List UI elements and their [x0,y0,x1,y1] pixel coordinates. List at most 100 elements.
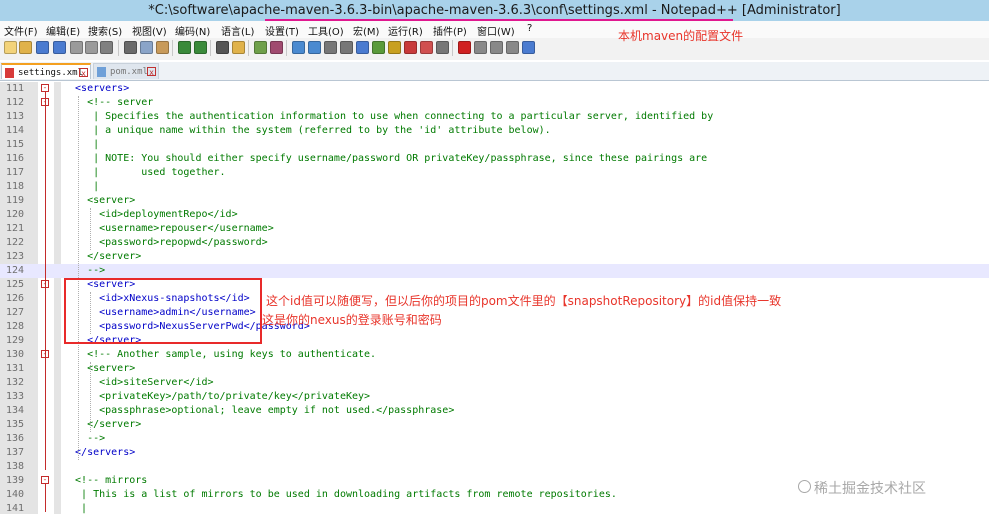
menu-item-6[interactable]: 设置(T) [265,23,299,38]
copy-icon[interactable] [140,41,153,54]
code-line[interactable]: 119 <server> [0,194,989,208]
code-line[interactable]: 121 <username>repouser</username> [0,222,989,236]
saved-file-icon [97,67,106,77]
code-line[interactable]: 133 <privateKey>/path/to/private/key</pr… [0,390,989,404]
code-line[interactable]: 118 | [0,180,989,194]
close-icon[interactable]: x [79,68,88,78]
sync-horizontal-icon[interactable] [308,41,321,54]
code-text: </servers> [63,447,136,458]
toolbar-separator [172,40,173,56]
menu-item-10[interactable]: 插件(P) [433,23,467,38]
code-line[interactable]: 115 | [0,138,989,152]
code-line[interactable]: 123 </server> [0,250,989,264]
code-line[interactable]: 138 [0,460,989,474]
line-number: 131 [6,363,25,374]
undo-icon[interactable] [178,41,191,54]
fold-toggle-icon[interactable]: - [41,476,49,484]
menu-item-4[interactable]: 编码(N) [175,23,210,38]
sync-vertical-icon[interactable] [292,41,305,54]
menu-item-9[interactable]: 运行(R) [388,23,423,38]
menu-item-7[interactable]: 工具(O) [308,23,344,38]
code-text: <!-- Another sample, using keys to authe… [63,349,377,360]
tab-pom-xml[interactable]: pom.xml x [93,63,159,79]
code-text: <server> [63,363,136,374]
line-number: 126 [6,293,25,304]
code-line[interactable]: 130 <!-- Another sample, using keys to a… [0,348,989,362]
unsaved-file-icon [5,68,14,78]
paste-icon[interactable] [156,41,169,54]
annotation-config-file: 本机maven的配置文件 [618,29,744,43]
line-number: 136 [6,433,25,444]
word-wrap-icon[interactable] [324,41,337,54]
record-macro-icon[interactable] [458,41,471,54]
fold-toggle-icon[interactable]: - [41,84,49,92]
close-all-icon[interactable] [85,41,98,54]
show-all-chars-icon[interactable] [340,41,353,54]
indent-guide-icon[interactable] [356,41,369,54]
code-line[interactable]: 124 --> [0,264,989,278]
code-line[interactable]: 134 <passphrase>optional; leave empty if… [0,404,989,418]
close-icon[interactable] [70,41,83,54]
menu-item-1[interactable]: 编辑(E) [46,23,80,38]
code-line[interactable]: 137 </servers> [0,446,989,460]
line-number: 114 [6,125,25,136]
open-file-icon[interactable] [19,41,32,54]
code-line[interactable]: 117 | used together. [0,166,989,180]
code-line[interactable]: 113 | Specifies the authentication infor… [0,110,989,124]
redo-icon[interactable] [194,41,207,54]
stop-record-icon[interactable] [474,41,487,54]
doc-map-icon[interactable] [388,41,401,54]
save-all-icon[interactable] [53,41,66,54]
menu-item-3[interactable]: 视图(V) [132,23,167,38]
code-text: <!-- mirrors [63,475,148,486]
play-multiple-icon[interactable] [506,41,519,54]
code-line[interactable]: 120 <id>deploymentRepo</id> [0,208,989,222]
tab-settings-xml[interactable]: settings.xml x [1,63,91,79]
save-macro-icon[interactable] [522,41,535,54]
menu-item-5[interactable]: 语言(L) [221,23,254,38]
line-number: 135 [6,419,25,430]
code-text: | NOTE: You should either specify userna… [63,153,708,164]
code-line[interactable]: 135 </server> [0,418,989,432]
line-number: 120 [6,209,25,220]
find-icon[interactable] [216,41,229,54]
line-number: 134 [6,405,25,416]
udl-icon[interactable] [372,41,385,54]
code-line[interactable]: 136 --> [0,432,989,446]
monitor-icon[interactable] [436,41,449,54]
code-line[interactable]: 132 <id>siteServer</id> [0,376,989,390]
line-number: 132 [6,377,25,388]
code-line[interactable]: 111 <servers> - [0,82,989,96]
line-number: 111 [6,83,25,94]
folder-workspace-icon[interactable] [420,41,433,54]
menu-item-11[interactable]: 窗口(W) [477,23,515,38]
code-line[interactable]: 112 <!-- server- [0,96,989,110]
code-line[interactable]: 122 <password>repopwd</password> [0,236,989,250]
play-macro-icon[interactable] [490,41,503,54]
close-icon[interactable]: x [147,67,156,77]
code-text: | [63,139,100,150]
code-line[interactable]: 116 | NOTE: You should either specify us… [0,152,989,166]
line-number: 130 [6,349,25,360]
function-list-icon[interactable] [404,41,417,54]
save-icon[interactable] [36,41,49,54]
menu-item-0[interactable]: 文件(F) [4,23,38,38]
zoom-in-icon[interactable] [254,41,267,54]
tab-label: pom.xml [110,67,148,77]
window-title: *C:\software\apache-maven-3.6.3-bin\apac… [148,3,841,18]
code-text: <!-- server [63,97,154,108]
menu-item-12[interactable]: ? [527,23,532,34]
zoom-out-icon[interactable] [270,41,283,54]
code-line[interactable]: 131 <server> [0,362,989,376]
replace-icon[interactable] [232,41,245,54]
print-icon[interactable] [100,41,113,54]
fold-line [45,484,46,512]
menu-item-8[interactable]: 宏(M) [353,23,379,38]
new-file-icon[interactable] [4,41,17,54]
line-number: 122 [6,237,25,248]
code-text: <password>repopwd</password> [63,237,268,248]
cut-icon[interactable] [124,41,137,54]
code-line[interactable]: 114 | a unique name within the system (r… [0,124,989,138]
menu-item-2[interactable]: 搜索(S) [88,23,122,38]
line-number: 133 [6,391,25,402]
